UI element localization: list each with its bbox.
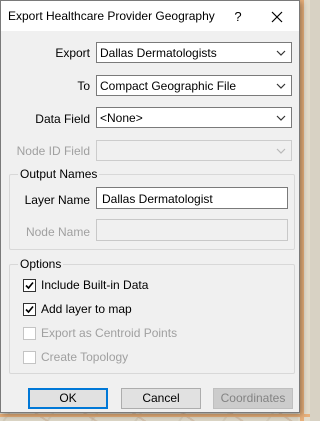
node-id-field-dropdown [96, 140, 292, 161]
map-road [0, 414, 310, 417]
create-topology-label: Create Topology [41, 350, 129, 364]
add-layer-to-map-checkbox[interactable] [23, 303, 36, 316]
output-names-title: Output Names [18, 167, 100, 181]
export-as-centroid-points-checkbox [23, 327, 36, 340]
data-field-value: <None> [100, 111, 143, 125]
include-built-in-data-checkbox[interactable] [23, 279, 36, 292]
to-value: Compact Geographic File [100, 79, 237, 93]
export-as-centroid-points-label: Export as Centroid Points [41, 326, 178, 340]
to-label: To [77, 79, 90, 93]
cancel-button[interactable]: Cancel [121, 388, 201, 409]
coordinates-button: Coordinates [213, 388, 293, 409]
help-button[interactable]: ? [223, 6, 253, 28]
export-value: Dallas Dermatologists [100, 46, 217, 60]
layer-name-label: Layer Name [24, 193, 90, 207]
layer-name-value: Dallas Dermatologist [102, 192, 213, 206]
export-dialog: Export Healthcare Provider Geography ? E… [0, 0, 300, 413]
include-built-in-data-label[interactable]: Include Built-in Data [41, 278, 148, 292]
chevron-down-icon [276, 83, 286, 89]
export-dropdown[interactable]: Dallas Dermatologists [96, 42, 292, 63]
title-bar: Export Healthcare Provider Geography ? [1, 1, 299, 31]
add-layer-to-map-label[interactable]: Add layer to map [41, 302, 132, 316]
chevron-down-icon [276, 50, 286, 56]
checkmark-icon [25, 281, 34, 290]
data-field-label: Data Field [35, 112, 90, 126]
checkmark-icon [25, 305, 34, 314]
close-icon [271, 11, 283, 23]
layer-name-input[interactable]: Dallas Dermatologist [96, 187, 288, 209]
ok-button[interactable]: OK [28, 388, 108, 409]
close-button[interactable] [257, 4, 297, 28]
node-id-field-label: Node ID Field [16, 144, 90, 158]
data-field-dropdown[interactable]: <None> [96, 107, 292, 128]
options-title: Options [18, 257, 64, 271]
dialog-title: Export Healthcare Provider Geography [8, 9, 215, 23]
chevron-down-icon [276, 115, 286, 121]
create-topology-checkbox [23, 351, 36, 364]
node-name-input [96, 219, 288, 241]
map-road [300, 0, 304, 421]
chevron-down-icon [276, 148, 286, 154]
to-dropdown[interactable]: Compact Geographic File [96, 75, 292, 96]
export-label: Export [55, 46, 90, 60]
node-name-label: Node Name [25, 225, 90, 239]
